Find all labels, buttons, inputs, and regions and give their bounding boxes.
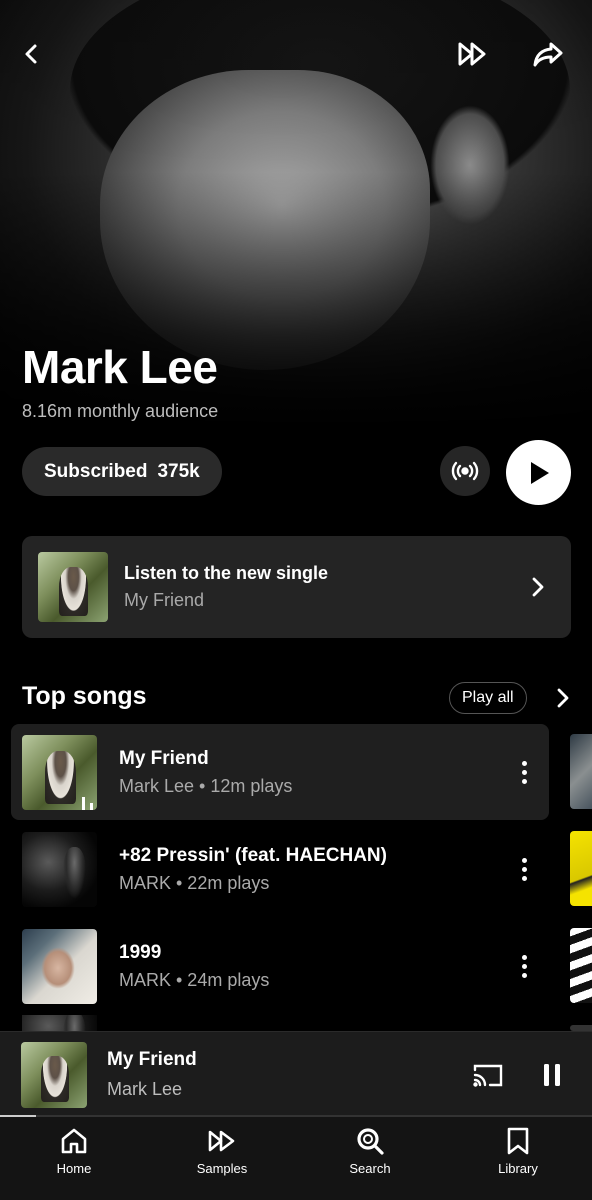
song-artwork	[22, 734, 97, 810]
song-artwork	[22, 1015, 97, 1031]
subscriber-count: 375k	[157, 460, 200, 482]
single-card-subtitle: My Friend	[124, 590, 205, 610]
play-button[interactable]	[506, 440, 571, 505]
share-icon[interactable]	[528, 34, 568, 74]
back-icon[interactable]	[12, 34, 52, 74]
subscribed-button[interactable]: Subscribed 375k	[22, 447, 222, 496]
equalizer-icon	[82, 795, 97, 810]
song-artwork	[22, 928, 97, 1004]
more-icon[interactable]	[509, 946, 539, 986]
song-title: My Friend	[119, 747, 209, 769]
next-column-artwork[interactable]	[570, 928, 592, 1003]
pause-icon[interactable]	[532, 1055, 572, 1095]
new-single-card[interactable]: Listen to the new single My Friend	[22, 536, 571, 638]
bottom-navigation: Home Samples Search Library	[0, 1117, 592, 1200]
song-title: +82 Pressin' (feat. HAECHAN)	[119, 844, 387, 866]
song-row[interactable]: 1999 MARK • 24m plays	[11, 918, 549, 1014]
next-column-artwork[interactable]	[570, 831, 592, 906]
nav-label: Library	[498, 1161, 538, 1176]
play-icon	[530, 461, 549, 484]
chevron-right-icon	[523, 576, 553, 598]
chevron-right-icon[interactable]	[552, 685, 574, 711]
nav-home[interactable]: Home	[0, 1117, 148, 1200]
song-subtitle: Mark Lee • 12m plays	[119, 775, 293, 796]
more-icon[interactable]	[509, 849, 539, 889]
nav-library[interactable]: Library	[444, 1117, 592, 1200]
single-artwork	[38, 552, 108, 622]
search-icon	[357, 1128, 384, 1155]
nav-search[interactable]: Search	[296, 1117, 444, 1200]
play-all-button[interactable]: Play all	[449, 682, 527, 714]
now-playing-title: My Friend	[107, 1049, 197, 1070]
home-icon	[61, 1128, 87, 1154]
single-card-title: Listen to the new single	[124, 563, 329, 583]
nav-label: Home	[56, 1161, 92, 1176]
subscribed-label: Subscribed	[44, 460, 148, 482]
song-title: 1999	[119, 941, 162, 963]
nav-label: Search	[349, 1161, 391, 1176]
monthly-audience: 8.16m monthly audience	[22, 401, 219, 421]
now-playing-bar[interactable]: My Friend Mark Lee	[0, 1031, 592, 1117]
more-icon[interactable]	[509, 752, 539, 792]
library-icon	[507, 1127, 529, 1155]
top-songs-heading: Top songs	[22, 682, 147, 710]
song-artwork	[22, 831, 97, 907]
samples-icon	[208, 1130, 235, 1152]
song-subtitle: MARK • 22m plays	[119, 872, 270, 893]
radio-icon	[451, 461, 479, 481]
now-playing-artist: Mark Lee	[107, 1079, 183, 1099]
song-subtitle: MARK • 24m plays	[119, 969, 270, 990]
cast-icon[interactable]	[468, 1055, 508, 1095]
song-row[interactable]: My Friend Mark Lee • 12m plays	[11, 724, 549, 820]
nav-label: Samples	[196, 1161, 248, 1176]
next-column-artwork[interactable]	[570, 734, 592, 809]
queue-icon[interactable]	[453, 34, 493, 74]
artist-name: Mark Lee	[22, 341, 218, 393]
song-row[interactable]: +82 Pressin' (feat. HAECHAN) MARK • 22m …	[11, 821, 549, 917]
radio-button[interactable]	[440, 446, 490, 496]
nav-samples[interactable]: Samples	[148, 1117, 296, 1200]
now-playing-artwork	[21, 1041, 87, 1108]
song-row-partial	[11, 1015, 549, 1031]
